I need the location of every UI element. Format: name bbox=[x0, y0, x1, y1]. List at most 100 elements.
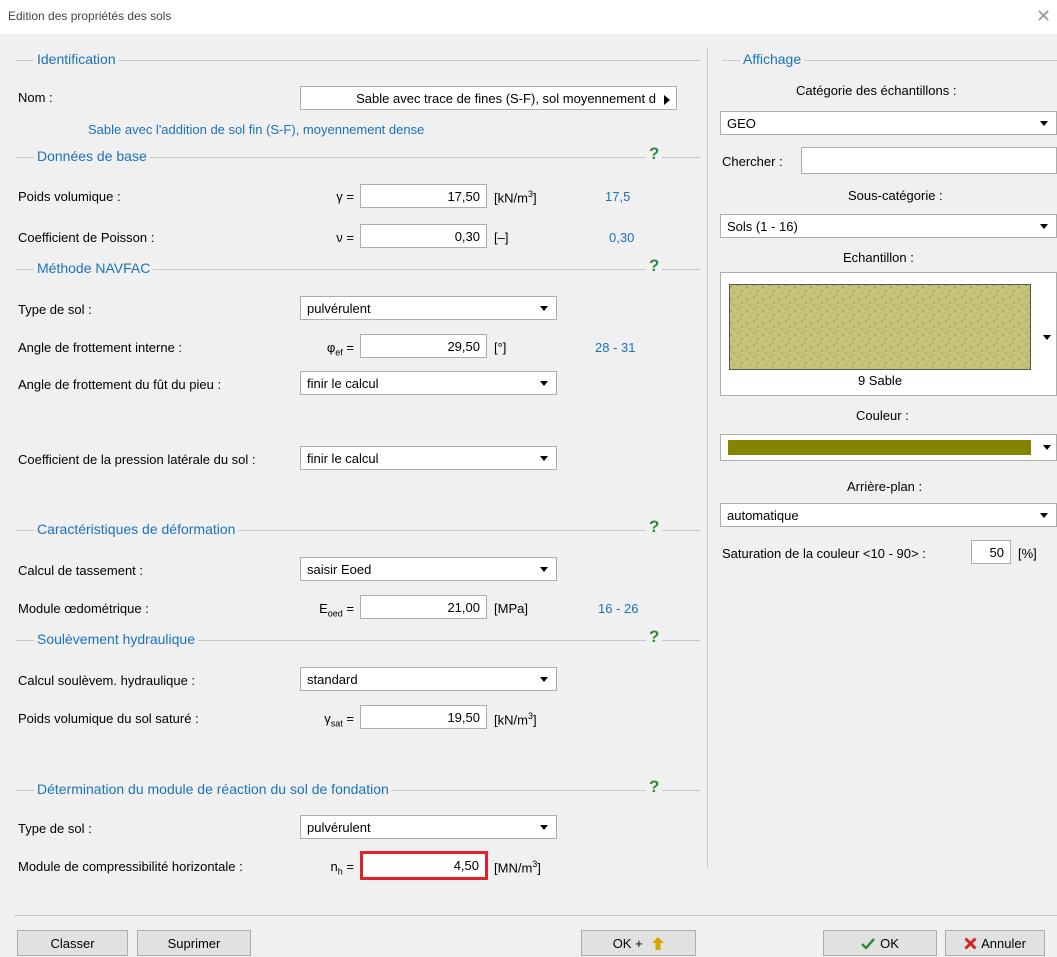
ok-button[interactable]: OK bbox=[823, 930, 937, 956]
poids-symbol: γ = bbox=[336, 189, 354, 204]
lat-label: Coefficient de la pression latérale du s… bbox=[18, 452, 256, 467]
echantillon-caption: 9 Sable bbox=[857, 373, 903, 388]
ok-label: OK bbox=[880, 936, 899, 951]
panel-separator bbox=[707, 48, 708, 868]
poids-hint: 17,5 bbox=[605, 189, 631, 204]
nom-field[interactable]: Sable avec trace de fines (S-F), sol moy… bbox=[300, 86, 677, 110]
section-title: Données de base bbox=[34, 148, 150, 164]
chevron-down-icon bbox=[540, 381, 548, 386]
ok-plus-button[interactable]: OK + bbox=[581, 930, 696, 956]
help-icon[interactable]: ? bbox=[646, 517, 663, 537]
sat-label: Poids volumique du sol saturé : bbox=[18, 711, 199, 726]
help-icon[interactable]: ? bbox=[646, 777, 663, 797]
saturation-input[interactable]: 50 bbox=[971, 540, 1011, 564]
couleur-label: Couleur : bbox=[856, 408, 909, 423]
comp-label: Module de compressibilité horizontale : bbox=[18, 859, 243, 874]
calc-value: standard bbox=[307, 672, 358, 687]
arriere-label: Arrière-plan : bbox=[847, 479, 923, 494]
chevron-down-icon bbox=[540, 677, 548, 682]
poisson-input[interactable]: 0,30 bbox=[360, 224, 487, 248]
annuler-button[interactable]: Annuler bbox=[945, 930, 1045, 956]
help-icon[interactable]: ? bbox=[646, 256, 663, 276]
comp-symbol: nh = bbox=[330, 859, 354, 877]
chevron-down-icon bbox=[540, 306, 548, 311]
tass-value: saisir Eoed bbox=[307, 562, 372, 577]
lat-select[interactable]: finir le calcul bbox=[300, 446, 557, 470]
fut-select[interactable]: finir le calcul bbox=[300, 371, 557, 395]
help-icon[interactable]: ? bbox=[646, 627, 663, 647]
angle-label: Angle de frottement interne : bbox=[18, 340, 183, 355]
poisson-hint: 0,30 bbox=[609, 230, 635, 245]
angle-hint: 28 - 31 bbox=[595, 340, 636, 355]
categorie-value: GEO bbox=[727, 116, 756, 131]
section-affichage: Affichage bbox=[722, 50, 1057, 70]
navfac-type-label: Type de sol : bbox=[18, 302, 92, 317]
poisson-label: Coefficient de Poisson : bbox=[18, 230, 155, 245]
window-title: Edition des propriétés des sols bbox=[8, 9, 172, 23]
poids-input[interactable]: 17,50 bbox=[360, 184, 487, 208]
mod-input[interactable]: 21,00 bbox=[360, 595, 487, 619]
color-swatch bbox=[728, 440, 1031, 455]
chevron-right-icon[interactable] bbox=[664, 95, 670, 105]
saturation-label: Saturation de la couleur <10 - 90> : bbox=[722, 546, 926, 561]
chevron-down-icon bbox=[1040, 224, 1048, 229]
sat-unit: [kN/m3] bbox=[494, 711, 537, 728]
reaction-type-label: Type de sol : bbox=[18, 821, 92, 836]
couleur-select[interactable] bbox=[720, 434, 1057, 461]
calc-select[interactable]: standard bbox=[300, 667, 557, 691]
angle-input[interactable]: 29,50 bbox=[360, 334, 487, 358]
help-icon[interactable]: ? bbox=[646, 144, 663, 164]
categorie-select[interactable]: GEO bbox=[720, 111, 1057, 135]
saturation-unit: [%] bbox=[1018, 546, 1037, 561]
navfac-type-select[interactable]: pulvérulent bbox=[300, 296, 557, 320]
chevron-down-icon bbox=[540, 567, 548, 572]
poids-unit: [kN/m3] bbox=[494, 189, 537, 206]
souscat-select[interactable]: Sols (1 - 16) bbox=[720, 214, 1057, 238]
mod-symbol: Eoed = bbox=[319, 601, 354, 619]
section-deformation: Caractéristiques de déformation ? bbox=[16, 517, 700, 540]
nom-description: Sable avec l'addition de sol fin (S-F), … bbox=[88, 122, 425, 137]
echantillon-label: Echantillon : bbox=[843, 250, 914, 265]
nom-label: Nom : bbox=[18, 90, 53, 105]
mod-hint: 16 - 26 bbox=[598, 601, 639, 616]
ok-plus-label: OK + bbox=[612, 936, 643, 951]
lat-value: finir le calcul bbox=[307, 451, 379, 466]
reaction-type-select[interactable]: pulvérulent bbox=[300, 815, 557, 839]
nom-value: Sable avec trace de fines (S-F), sol moy… bbox=[356, 91, 656, 106]
angle-symbol: φef = bbox=[326, 340, 354, 358]
section-reaction: Détermination du module de réaction du s… bbox=[16, 777, 700, 800]
suprimer-button[interactable]: Suprimer bbox=[137, 930, 251, 956]
section-title: Affichage bbox=[740, 51, 805, 67]
chevron-down-icon bbox=[1043, 445, 1051, 450]
tass-select[interactable]: saisir Eoed bbox=[300, 557, 557, 581]
fut-value: finir le calcul bbox=[307, 376, 379, 391]
arriere-select[interactable]: automatique bbox=[720, 503, 1057, 527]
section-navfac: Méthode NAVFAC ? bbox=[16, 256, 700, 279]
section-title: Soulèvement hydraulique bbox=[34, 631, 198, 647]
section-title: Méthode NAVFAC bbox=[34, 260, 154, 276]
sat-symbol: γsat = bbox=[324, 711, 354, 729]
poisson-unit: [–] bbox=[494, 230, 509, 245]
comp-input[interactable]: 4,50 bbox=[360, 851, 488, 880]
section-donnees-base: Données de base ? bbox=[16, 144, 700, 167]
chevron-down-icon bbox=[1040, 513, 1048, 518]
chercher-input[interactable] bbox=[801, 147, 1057, 174]
sat-input[interactable]: 19,50 bbox=[360, 705, 487, 729]
mod-label: Module œdométrique : bbox=[18, 601, 149, 616]
echantillon-picker[interactable]: 9 Sable bbox=[720, 272, 1057, 396]
angle-unit: [°] bbox=[494, 340, 507, 355]
poisson-symbol: ν = bbox=[336, 230, 354, 245]
section-soulevement: Soulèvement hydraulique ? bbox=[16, 627, 700, 650]
close-icon[interactable]: ✕ bbox=[1036, 6, 1051, 27]
chevron-down-icon bbox=[540, 456, 548, 461]
section-title: Détermination du module de réaction du s… bbox=[34, 781, 392, 797]
navfac-type-value: pulvérulent bbox=[307, 301, 371, 316]
tass-label: Calcul de tassement : bbox=[18, 563, 144, 578]
classer-button[interactable]: Classer bbox=[17, 930, 128, 956]
comp-unit: [MN/m3] bbox=[494, 859, 541, 876]
chercher-label: Chercher : bbox=[722, 154, 783, 169]
section-title: Identification bbox=[34, 51, 119, 67]
chevron-down-icon bbox=[1043, 335, 1051, 340]
annuler-label: Annuler bbox=[981, 936, 1026, 951]
cross-icon bbox=[964, 937, 977, 950]
